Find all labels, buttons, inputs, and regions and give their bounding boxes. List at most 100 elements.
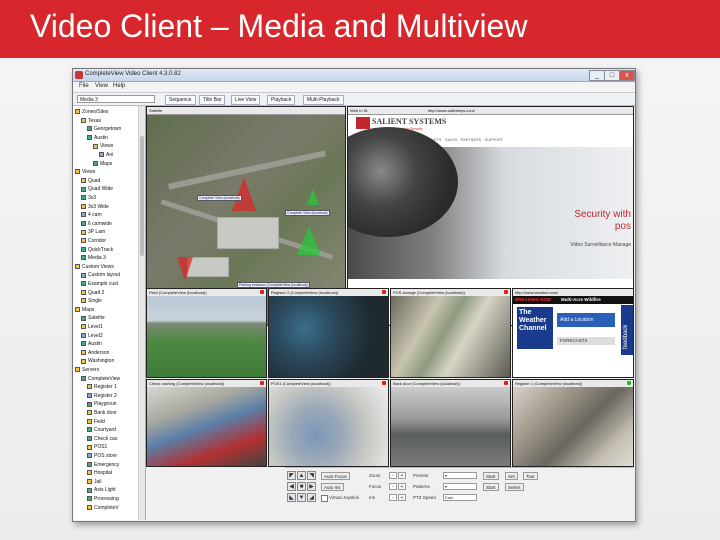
camera-tile-pos-storage[interactable]: POS storage (CompleteView (localhost)) (390, 288, 511, 378)
presets-select[interactable]: ▾ (443, 472, 477, 479)
tree-item[interactable]: Custom layout (81, 271, 120, 279)
web-tile-weather[interactable]: http://www.weather.com/ BREAKING NOW Mul… (512, 288, 634, 378)
feedback-tab[interactable]: feedback (621, 305, 633, 355)
web-nav-item[interactable]: SALES (445, 138, 457, 142)
tree-item[interactable]: Satelite (81, 314, 105, 322)
zoom-out-button[interactable]: - (389, 472, 397, 479)
ptz-up-left-button[interactable]: ◤ (287, 471, 296, 480)
tree-item[interactable]: Servers (75, 366, 99, 374)
tree-item[interactable]: Quad Wide (81, 185, 113, 193)
iris-open-button[interactable]: + (398, 494, 406, 501)
menu-view[interactable]: View (95, 83, 108, 89)
breaking-text[interactable]: Multi-Acre Wildfire (561, 297, 601, 302)
tree-item[interactable]: POS store (87, 452, 117, 460)
pattern-start-button[interactable]: Start (483, 483, 499, 491)
multi-playback-button[interactable]: Multi-Playback (303, 95, 344, 105)
tree-item[interactable]: Anderson (81, 349, 109, 357)
tree-item[interactable]: Register 2 (87, 392, 117, 400)
tree-item[interactable]: QuickTrack (81, 246, 113, 254)
ptz-up-right-button[interactable]: ◥ (307, 471, 316, 480)
preset-start-button[interactable]: Start (483, 472, 499, 480)
menu-help[interactable]: Help (113, 83, 125, 89)
tree-item[interactable]: Views (75, 168, 95, 176)
ptz-right-button[interactable]: ▶ (307, 482, 316, 491)
tree-item[interactable]: 3x3 (81, 194, 96, 202)
tree-item[interactable]: Playgroun (87, 400, 117, 408)
tree-item[interactable]: Jail (87, 478, 102, 486)
camera-tile-back-door[interactable]: Back door (CompleteView (localhost)) (390, 379, 511, 467)
forecasts-link[interactable]: FORECASTS (557, 337, 615, 345)
ptz-speed-select[interactable]: Fast (443, 494, 477, 501)
menu-file[interactable]: File (79, 83, 89, 89)
tree-item[interactable]: Corridor (81, 237, 106, 245)
view-select[interactable]: Media 3 (77, 95, 155, 103)
tree-item[interactable]: Hospital (87, 469, 112, 477)
tour-button[interactable]: Tour (523, 472, 538, 480)
tree-item[interactable]: Single (81, 297, 102, 305)
tree-item[interactable]: Maps (93, 160, 112, 168)
tree-item[interactable]: Quad (81, 177, 100, 185)
camera-tile-check-cashing[interactable]: Check cashing (CompleteView (localhost)) (146, 379, 267, 467)
tree-item[interactable]: Level2 (81, 332, 103, 340)
tree-item[interactable]: Austin (81, 340, 102, 348)
tree-item[interactable]: CompleteV (87, 504, 119, 512)
focus-far-button[interactable]: + (398, 483, 406, 490)
tree-item[interactable]: Maps (75, 306, 94, 314)
iris-close-button[interactable]: - (389, 494, 397, 501)
tree-item[interactable]: Bank door (87, 409, 117, 417)
tree-item[interactable]: Courtyard (87, 426, 116, 434)
live-view-button[interactable]: Live View (231, 95, 261, 105)
sequence-button[interactable]: Sequence (165, 95, 196, 105)
web-url[interactable]: http://www.salientsys.com/ (428, 108, 475, 113)
tree-item[interactable]: Media 3 (81, 254, 106, 262)
close-button[interactable]: x (619, 70, 635, 81)
tree-item[interactable]: Views (93, 142, 113, 150)
virtual-joystick-checkbox[interactable] (321, 495, 328, 502)
preset-set-button[interactable]: Set (505, 472, 518, 480)
add-location-button[interactable]: Add a Location (557, 313, 615, 327)
camera-tile-field[interactable]: Field (CompleteView (localhost)) (146, 288, 267, 378)
tree-item[interactable]: Washington (81, 357, 114, 365)
web-url-bar[interactable]: Web In St http://www.salientsys.com/ (348, 107, 633, 115)
ptz-down-right-button[interactable]: ◢ (307, 493, 316, 502)
tree-item[interactable]: Processing (87, 495, 119, 503)
tree-item[interactable]: Example cust (81, 280, 118, 288)
tree-item[interactable]: Level1 (81, 323, 103, 331)
tree-item[interactable]: POS1 (87, 443, 107, 451)
tree-item[interactable]: Axis Light (87, 486, 116, 494)
tree-item[interactable]: Ani (99, 151, 113, 159)
patterns-select[interactable]: ▾ (443, 483, 477, 490)
camera-tile-register1[interactable]: Register 1 (CompleteView (localhost)) (512, 379, 634, 467)
web-nav-item[interactable]: SUPPORT (485, 138, 503, 142)
ptz-left-button[interactable]: ◀ (287, 482, 296, 491)
camera-tile-register2[interactable]: Register 2 (CompleteView (localhost)) (268, 288, 389, 378)
web-source-select[interactable]: Web In St (350, 108, 368, 113)
map-annotation[interactable]: Complete View (localhost) (285, 210, 330, 216)
tree-scroll-thumb[interactable] (140, 136, 144, 256)
tree-item[interactable]: Georgetown (87, 125, 121, 133)
tree-item[interactable]: 3P Lam (81, 228, 105, 236)
tree-scrollbar[interactable] (138, 106, 145, 520)
minimize-button[interactable]: _ (589, 70, 605, 81)
camera-tile-pos1[interactable]: POS1 (CompleteView (localhost)) (268, 379, 389, 467)
tree-item[interactable]: Zones/Sites (75, 108, 108, 116)
window-titlebar[interactable]: CompleteView Video Client 4.3.0.82 _ □ x (73, 69, 635, 82)
weather-channel-logo[interactable]: The Weather Channel (517, 307, 553, 349)
auto-iris-button[interactable]: Auto Iris (321, 483, 344, 491)
focus-near-button[interactable]: - (389, 483, 397, 490)
tree-item[interactable]: Custom Views (75, 263, 114, 271)
web-logo-text[interactable]: SALIENT SYSTEMS (372, 117, 446, 126)
web-nav-item[interactable]: PARTNERS (461, 138, 481, 142)
tree-item[interactable]: Emergency (87, 461, 119, 469)
ptz-up-button[interactable]: ▲ (297, 471, 306, 480)
tree-item[interactable]: CompleteView (81, 375, 120, 383)
tree-item[interactable]: Check cas (87, 435, 117, 443)
tree-item[interactable]: Quad 2 (81, 289, 104, 297)
playback-button[interactable]: Playback (267, 95, 296, 105)
ptz-down-left-button[interactable]: ◣ (287, 493, 296, 502)
tree-item[interactable]: Austin (87, 134, 108, 142)
title-bar-button[interactable]: Title Bar (199, 95, 226, 105)
weather-url[interactable]: http://www.weather.com/ (515, 290, 558, 295)
pattern-select-button[interactable]: Select (505, 483, 524, 491)
tree-item[interactable]: 4 cam (81, 211, 102, 219)
